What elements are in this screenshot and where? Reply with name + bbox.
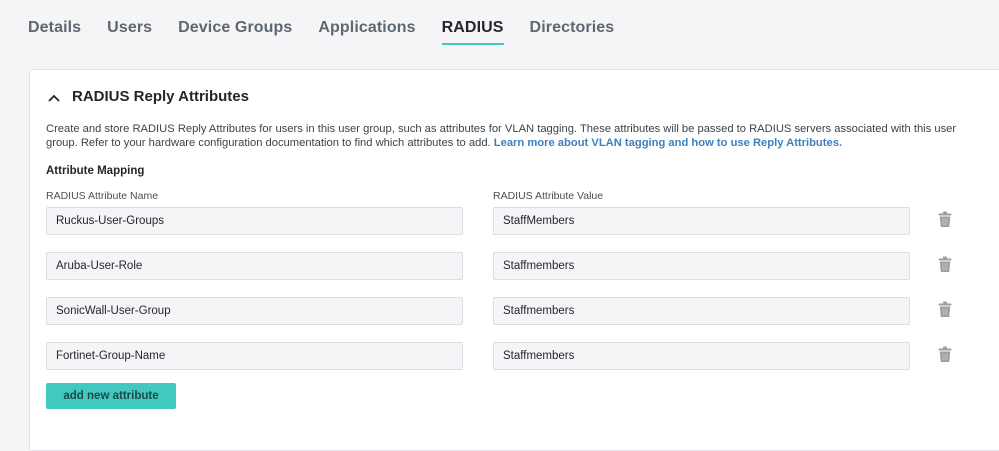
attribute-row [46, 252, 966, 280]
attribute-name-input[interactable] [46, 207, 463, 235]
tab-bar: Details Users Device Groups Applications… [28, 19, 640, 45]
tab-users[interactable]: Users [107, 19, 152, 45]
tab-applications[interactable]: Applications [318, 19, 415, 45]
tab-details[interactable]: Details [28, 19, 81, 45]
add-new-attribute-button[interactable]: add new attribute [46, 383, 176, 409]
panel-header[interactable]: RADIUS Reply Attributes [46, 88, 249, 105]
attribute-value-input[interactable] [493, 252, 910, 280]
trash-icon[interactable] [938, 256, 952, 273]
attribute-value-input[interactable] [493, 297, 910, 325]
attribute-name-input[interactable] [46, 252, 463, 280]
tab-radius[interactable]: RADIUS [442, 19, 504, 45]
attribute-row [46, 297, 966, 325]
attribute-name-input[interactable] [46, 342, 463, 370]
panel-title: RADIUS Reply Attributes [72, 88, 249, 105]
attribute-mapping-heading: Attribute Mapping [46, 165, 144, 177]
attribute-value-input[interactable] [493, 342, 910, 370]
learn-more-link[interactable]: Learn more about VLAN tagging and how to… [494, 137, 842, 149]
attribute-name-column-label: RADIUS Attribute Name [46, 190, 158, 202]
tab-directories[interactable]: Directories [530, 19, 615, 45]
trash-icon[interactable] [938, 301, 952, 318]
radius-reply-attributes-panel: RADIUS Reply Attributes Create and store… [29, 69, 999, 451]
tab-device-groups[interactable]: Device Groups [178, 19, 292, 45]
chevron-up-icon[interactable] [46, 91, 62, 103]
trash-icon[interactable] [938, 211, 952, 228]
attribute-name-input[interactable] [46, 297, 463, 325]
trash-icon[interactable] [938, 346, 952, 363]
panel-description: Create and store RADIUS Reply Attributes… [46, 122, 976, 150]
attribute-value-input[interactable] [493, 207, 910, 235]
attribute-value-column-label: RADIUS Attribute Value [493, 190, 603, 202]
attribute-row [46, 342, 966, 370]
attribute-row [46, 207, 966, 235]
